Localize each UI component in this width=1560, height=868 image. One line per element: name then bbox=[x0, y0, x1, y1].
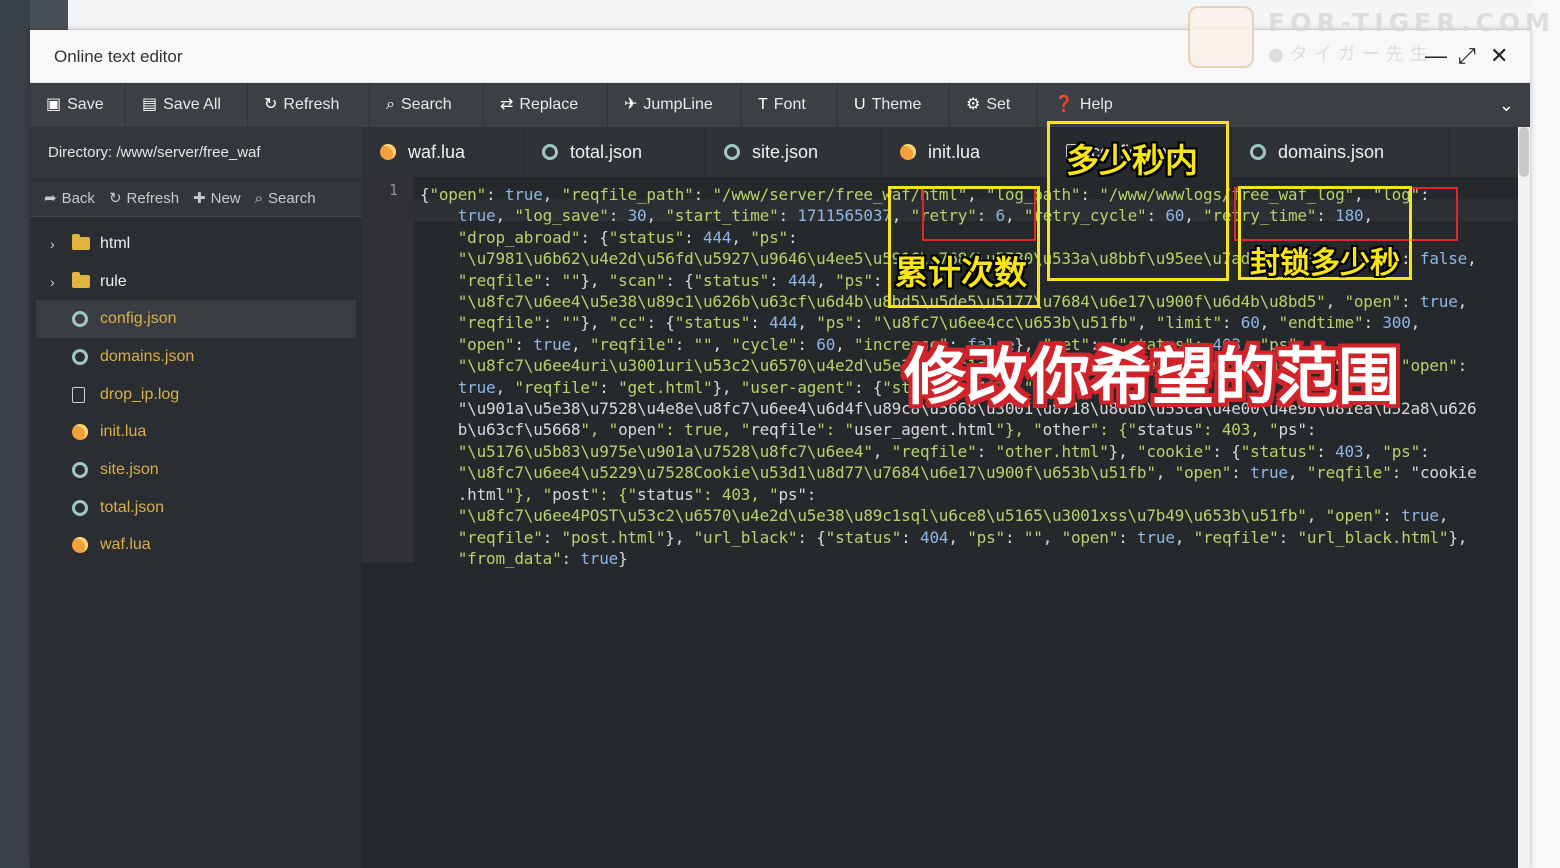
line-number: 1 bbox=[388, 181, 398, 199]
json-file-icon bbox=[72, 348, 88, 365]
search-icon: ⌕ bbox=[386, 96, 395, 113]
tree-file-domains-json[interactable]: domains.json bbox=[30, 338, 362, 376]
sidebar-refresh-button[interactable]: ↻ Refresh bbox=[108, 189, 179, 208]
watermark-sub: ●タイガー先生 bbox=[1268, 44, 1434, 65]
text-height-icon: T bbox=[758, 96, 768, 113]
replace-button[interactable]: ⇄ Replace bbox=[484, 83, 608, 127]
chevron-down-icon[interactable]: ⌄ bbox=[1499, 83, 1514, 127]
retry-time-label: 封锁多少秒 bbox=[1250, 246, 1400, 281]
chevron-right-icon[interactable]: › bbox=[50, 236, 72, 252]
code-line: "reqfile": "post.html"}, "url_black": {"… bbox=[457, 527, 1468, 547]
code-line: "from_data": true} bbox=[457, 548, 628, 568]
tab-waf-lua[interactable]: waf.lua bbox=[362, 127, 524, 177]
set-button[interactable]: ⚙ Set bbox=[950, 83, 1038, 127]
window-title: Online text editor bbox=[54, 47, 183, 66]
editor-tabs: waf.lua total.json site.json init.lua co… bbox=[362, 127, 1518, 177]
json-file-icon bbox=[542, 144, 558, 160]
lua-file-icon bbox=[72, 537, 88, 554]
refresh-icon: ↻ bbox=[108, 190, 122, 207]
new-button[interactable]: ✚ New bbox=[193, 189, 241, 208]
back-button[interactable]: ➦ Back bbox=[44, 189, 95, 208]
tree-file-waf-lua[interactable]: waf.lua bbox=[30, 527, 362, 565]
folder-icon bbox=[72, 234, 90, 251]
background-right-panel bbox=[1530, 0, 1560, 868]
chevron-right-icon[interactable]: › bbox=[50, 274, 72, 290]
code-line: "\u8fc7\u6ee4POST\u53c2\u6570\u4e2d\u5e3… bbox=[457, 506, 1449, 526]
back-arrow-icon: ➦ bbox=[44, 190, 57, 207]
retry-cycle-label: 多少秒内 bbox=[1066, 141, 1198, 180]
tab-total-json[interactable]: total.json bbox=[524, 127, 706, 177]
file-tree: › html › rule config.json domains.json d… bbox=[30, 217, 362, 564]
search-button[interactable]: ⌕ Search bbox=[370, 83, 484, 127]
tree-file-init-lua[interactable]: init.lua bbox=[30, 413, 362, 451]
scrollbar-thumb[interactable] bbox=[1519, 127, 1529, 177]
json-file-icon bbox=[72, 461, 88, 478]
code-line: "\u5176\u5b83\u975e\u901a\u7528\u8fc7\u6… bbox=[457, 441, 1430, 461]
tree-file-site-json[interactable]: site.json bbox=[30, 451, 362, 489]
refresh-icon: ↻ bbox=[264, 96, 278, 113]
lua-file-icon bbox=[900, 144, 916, 160]
tree-file-total-json[interactable]: total.json bbox=[30, 489, 362, 527]
sidebar-search-button[interactable]: ⌕ Search bbox=[255, 190, 316, 207]
tab-site-json[interactable]: site.json bbox=[706, 127, 882, 177]
json-file-icon bbox=[72, 499, 88, 516]
code-line: b\u63cf\u5668", "open": true, "reqfile":… bbox=[420, 420, 1317, 440]
tree-file-drop-ip-log[interactable]: drop_ip.log bbox=[30, 376, 362, 414]
code-line: .html"}, "post": {"status": 403, "ps": bbox=[420, 484, 817, 504]
editor-window: Online text editor — ⤢ ✕ ▣ Save ▤ Save All… bbox=[30, 30, 1530, 868]
json-file-icon bbox=[1250, 144, 1266, 160]
save-all-button[interactable]: ▤ Save All bbox=[126, 83, 248, 127]
tab-domains-json[interactable]: domains.json bbox=[1232, 127, 1450, 177]
plus-icon: ✚ bbox=[193, 190, 206, 207]
lua-file-icon bbox=[380, 144, 396, 160]
tree-file-config-json[interactable]: config.json bbox=[36, 300, 356, 339]
tree-folder-html[interactable]: › html bbox=[30, 225, 362, 263]
json-file-icon bbox=[724, 144, 740, 160]
search-icon: ⌕ bbox=[254, 189, 264, 207]
main-caption: 修改你希望的范围 bbox=[904, 340, 1401, 413]
code-line: "\u8fc7\u6ee4\u5229\u7528Cookie\u53d1\u8… bbox=[457, 463, 1477, 483]
font-button[interactable]: T Font bbox=[742, 83, 838, 127]
text-file-icon bbox=[72, 386, 85, 403]
tab-init-lua[interactable]: init.lua bbox=[882, 127, 1048, 177]
magnet-icon: U bbox=[854, 96, 866, 113]
vertical-scrollbar[interactable] bbox=[1518, 127, 1530, 868]
folder-icon bbox=[72, 272, 90, 289]
directory-path: Directory: /www/server/free_waf bbox=[30, 127, 362, 179]
jumpline-button[interactable]: ✈ JumpLine bbox=[608, 83, 742, 127]
json-file-icon bbox=[72, 311, 88, 328]
background-left-panel bbox=[0, 0, 30, 868]
floppy-stack-icon: ▤ bbox=[142, 96, 158, 113]
theme-button[interactable]: U Theme bbox=[838, 83, 950, 127]
line-gutter: 1 bbox=[362, 177, 414, 563]
sidebar-tools: ➦ Back ↻ Refresh ✚ New ⌕ Search bbox=[30, 179, 362, 217]
save-button[interactable]: ▣ Save bbox=[30, 83, 126, 127]
refresh-button[interactable]: ↻ Refresh bbox=[248, 83, 370, 127]
editor-toolbar: ▣ Save ▤ Save All ↻ Refresh ⌕ Search ⇄ Replac… bbox=[30, 83, 1530, 127]
tiger-logo-icon bbox=[1188, 6, 1254, 68]
pin-icon: ✈ bbox=[624, 96, 638, 113]
file-sidebar: Directory: /www/server/free_waf ➦ Back ↻ R… bbox=[30, 127, 362, 868]
floppy-icon: ▣ bbox=[46, 96, 62, 113]
retry-label: 累计次数 bbox=[895, 253, 1027, 292]
watermark: FOR-TIGER.COM ●タイガー先生 bbox=[1188, 6, 1558, 70]
background-left-top bbox=[30, 0, 68, 30]
replace-icon: ⇄ bbox=[500, 96, 514, 113]
watermark-main: FOR-TIGER.COM bbox=[1268, 8, 1555, 37]
gear-icon: ⚙ bbox=[966, 96, 981, 113]
lua-file-icon bbox=[72, 424, 88, 441]
tree-folder-rule[interactable]: › rule bbox=[30, 263, 362, 301]
